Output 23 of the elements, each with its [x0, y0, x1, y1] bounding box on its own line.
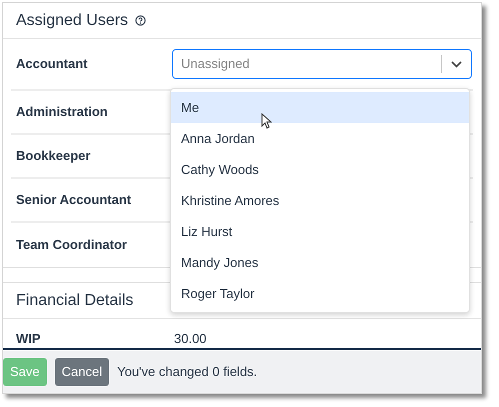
field-value: 30.00 [174, 330, 207, 348]
status-text: You've changed 0 fields. [117, 362, 258, 381]
dropdown-option[interactable]: Khristine Amores [171, 185, 469, 216]
dropdown-option[interactable]: Anna Jordan [171, 123, 469, 154]
field-label: Administration [15, 103, 109, 122]
field-label: WIP [15, 330, 42, 348]
field-label: Bookkeeper [15, 147, 92, 166]
dropdown-option[interactable]: Cathy Woods [171, 154, 469, 185]
field-label: Team Coordinator [15, 236, 128, 254]
dropdown-option[interactable]: Roger Taylor [171, 278, 469, 309]
select-placeholder: Unassigned [180, 55, 251, 74]
user-select[interactable]: Unassigned [172, 49, 472, 79]
dropdown-option[interactable]: Mandy Jones [171, 247, 469, 278]
section-title: Financial Details [16, 290, 134, 310]
chevron-down-icon[interactable] [451, 60, 462, 68]
field-label: Accountant [15, 55, 88, 74]
dropdown-option[interactable]: Me [171, 92, 469, 123]
section-title: Assigned Users [16, 10, 128, 30]
cursor-icon [261, 113, 272, 129]
cancel-button[interactable]: Cancel [54, 358, 110, 386]
dropdown-option[interactable]: Liz Hurst [171, 216, 469, 247]
help-icon[interactable] [135, 15, 146, 26]
field-label: Senior Accountant [15, 191, 132, 210]
